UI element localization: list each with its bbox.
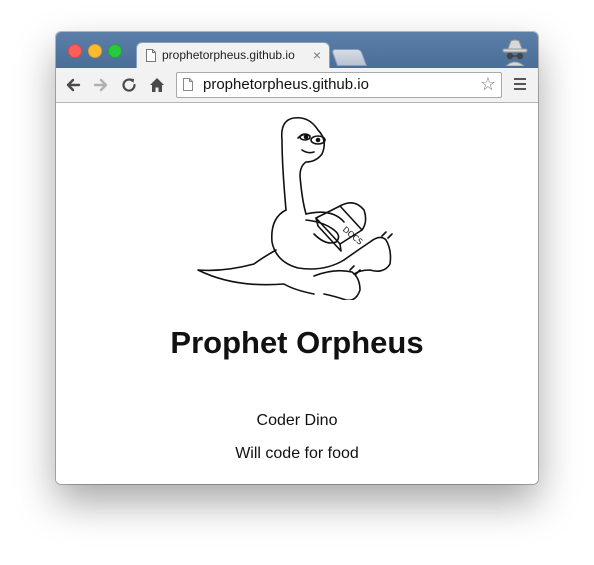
close-window-button[interactable] xyxy=(68,44,82,58)
minimize-window-button[interactable] xyxy=(88,44,102,58)
dino-illustration: DOCS xyxy=(197,116,393,300)
new-tab-button[interactable] xyxy=(330,49,368,66)
url-text[interactable]: prophetorpheus.github.io xyxy=(203,76,369,93)
toolbar: prophetorpheus.github.io ☆ xyxy=(56,68,538,103)
page-tagline: Will code for food xyxy=(235,445,359,462)
home-icon[interactable] xyxy=(148,76,166,94)
page-icon xyxy=(183,78,193,91)
page-subtitle: Coder Dino xyxy=(256,412,338,429)
back-icon[interactable] xyxy=(64,76,82,94)
forward-icon[interactable] xyxy=(92,76,110,94)
tab-close-icon[interactable]: × xyxy=(313,47,321,63)
browser-tab[interactable]: prophetorpheus.github.io × xyxy=(136,42,330,69)
incognito-icon xyxy=(502,39,528,66)
page-title: Prophet Orpheus xyxy=(170,325,424,360)
maximize-window-button[interactable] xyxy=(108,44,122,58)
title-bar: prophetorpheus.github.io × xyxy=(56,32,538,69)
menu-icon[interactable] xyxy=(514,78,526,93)
browser-window: prophetorpheus.github.io × prophetorpheu… xyxy=(56,32,538,484)
reload-icon[interactable] xyxy=(120,76,138,94)
page-content: DOCS Prophet Orpheus Coder Dino Will cod… xyxy=(56,103,538,484)
address-bar[interactable]: prophetorpheus.github.io ☆ xyxy=(176,72,502,98)
page-icon xyxy=(146,49,156,62)
tab-title: prophetorpheus.github.io xyxy=(162,48,295,62)
star-icon[interactable]: ☆ xyxy=(480,75,496,93)
